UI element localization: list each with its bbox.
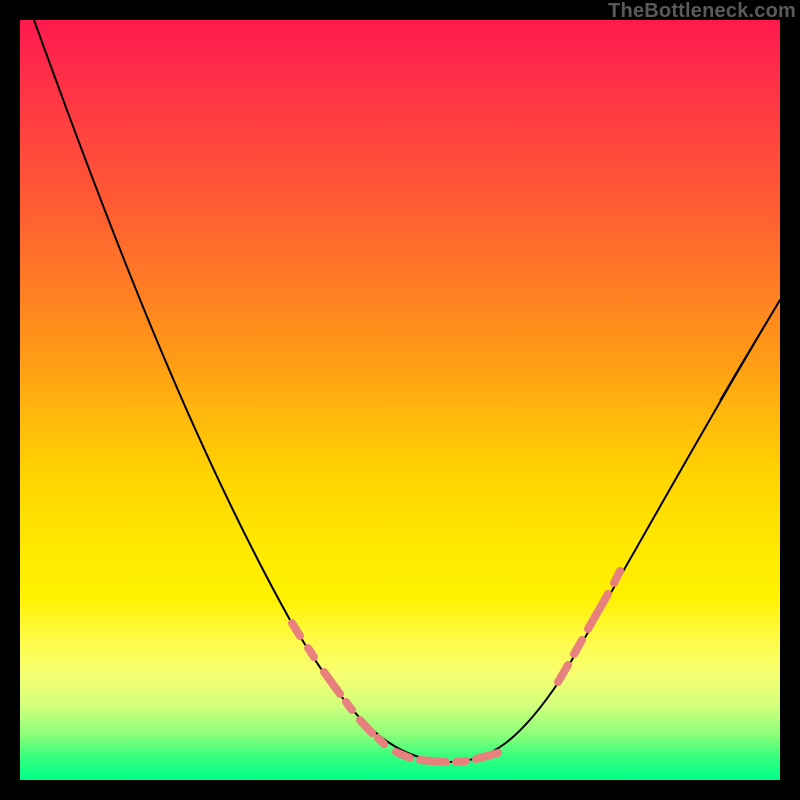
dash-bottom-0 [396,752,410,758]
dash-right-0 [558,665,568,682]
dash-right-3 [614,571,620,583]
bottleneck-curve-tail [720,300,780,400]
dash-bottom-2 [456,761,466,762]
highlight-dashes [292,571,620,762]
dash-left-0 [292,623,300,636]
dash-left-3 [346,702,352,710]
bottleneck-curve [34,20,780,762]
dash-left-5 [378,738,384,744]
chart-frame [20,20,780,780]
dash-bottom-1 [420,760,446,762]
dash-left-2 [324,672,340,694]
dash-right-2 [588,594,608,629]
curve-svg [20,20,780,780]
dash-bottom-3 [476,753,498,759]
dash-right-1 [574,640,582,654]
dash-left-1 [308,648,314,657]
dash-left-4 [360,720,372,733]
watermark-text: TheBottleneck.com [608,0,796,23]
